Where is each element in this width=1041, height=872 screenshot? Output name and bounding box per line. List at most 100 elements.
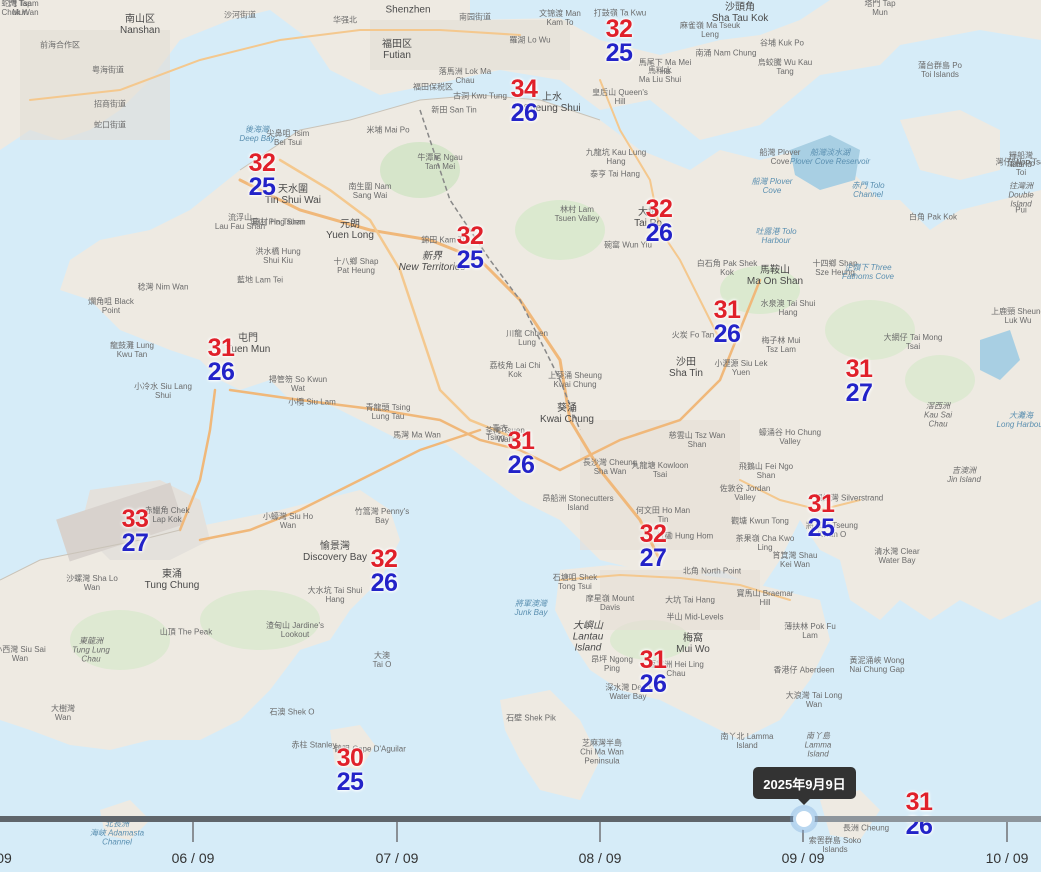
min-temp: 25 [336, 768, 364, 796]
place-label: 米埔 Mai Po [366, 125, 410, 135]
max-temp: 32 [605, 15, 633, 43]
temp-marker-aberdeen[interactable]: 31 26 [639, 648, 667, 698]
place-label: 牛潭尾 Ngau Tam Mei [417, 153, 463, 171]
min-temp: 26 [370, 569, 398, 597]
temp-marker-sai-kung[interactable]: 31 27 [845, 355, 873, 406]
place-label: 石壁 Shek Pik [506, 713, 556, 723]
place-label: 洪水橋 Hung Shui Kiu [255, 247, 301, 265]
place-label: 沙河街道 [224, 10, 256, 20]
place-label: 東龍洲 Tung Lung Chau [72, 636, 110, 664]
place-label: 藍地 Lam Tei [236, 275, 284, 285]
temp-marker-tai-po[interactable]: 32 26 [646, 197, 673, 246]
place-label: 塔門 Tap Mun [864, 0, 896, 17]
place-label: 大樹灣 Wan [51, 704, 75, 722]
place-label: 赤門 Tolo Channel [851, 181, 885, 199]
place-label: 赤鱲角 Chek Lap Kok [144, 506, 190, 524]
place-label: 粤海街道 [92, 65, 124, 75]
place-label: 觀塘 Kwun Tong [731, 516, 789, 526]
place-label: 東涌 Tung Chung [144, 569, 200, 591]
min-temp: 26 [639, 670, 667, 698]
place-label: 九龍塘 Kowloon Tsai [631, 461, 689, 479]
place-label: 糧船灣 Island [1009, 151, 1033, 169]
place-label: 芝麻灣半島 Chi Ma Wan Peninsula [580, 738, 624, 766]
place-label: 佐敦谷 Jordan Valley [719, 484, 771, 502]
max-temp: 33 [121, 505, 149, 533]
place-label: 竹篙灣 Penny's Bay [354, 507, 410, 525]
place-label: 大灘海 Long Harbour [996, 411, 1041, 429]
place-label: 茶果嶺 Cha Kwo Ling [735, 534, 795, 552]
place-label: 尖鼻咀 Tsim Bei Tsui [266, 129, 310, 147]
min-temp: 26 [713, 320, 741, 348]
min-temp: 25 [605, 39, 633, 67]
date-tooltip: 2025年9月9日 [753, 767, 856, 805]
place-label: 寶馬山 Braemar Hill [736, 589, 794, 607]
min-temp: 26 [207, 358, 235, 386]
place-label: Shenzhen [385, 4, 431, 16]
place-label: 九龍坑 Kau Lung Hang [585, 148, 647, 166]
temp-marker-central[interactable]: 32 27 [639, 522, 667, 572]
place-label: 十八鄉 Shap Pat Heung [333, 257, 379, 275]
place-label: 麻雀嶺 Ma Tseuk Leng [679, 21, 741, 39]
place-label: 船灣淡水湖 Plover Cove Reservoir [789, 148, 871, 166]
temp-marker-ta-kwu-ling[interactable]: 32 25 [605, 15, 633, 67]
place-label: 小冷水 Siu Lang Shui [134, 382, 192, 400]
place-label: 南生圍 Nam Sang Wai [348, 182, 392, 200]
max-temp: 31 [845, 355, 873, 383]
place-label: 小蠔灣 Siu Ho Wan [262, 512, 314, 530]
temp-marker-tuen-mun[interactable]: 31 26 [207, 336, 235, 386]
place-label: 石澳 Shek O [269, 707, 315, 717]
place-label: 龍鼓灘 Lung Kwu Tan [109, 341, 155, 359]
place-label: 南丫島 Lamma Island [804, 731, 832, 759]
place-label: 大網仔 Tai Mong Tsai [883, 333, 943, 351]
min-temp: 26 [510, 99, 538, 127]
place-label: 烏蛟騰 Wu Kau Tang [757, 58, 813, 76]
place-label: 荔枝角 Lai Chi Kok [489, 361, 541, 379]
place-label: 华强北 [333, 15, 357, 25]
temp-marker-sha-tin[interactable]: 31 26 [713, 298, 741, 348]
place-label: 大水坑 Tai Shui Hang [307, 586, 363, 604]
place-label: 石塘咀 Shek Tong Tsui [552, 573, 598, 591]
place-label: 飛鵝山 Fei Ngo Shan [738, 462, 794, 480]
place-label: 南山区 Nanshan [119, 14, 161, 36]
place-label: 南丫北 Lamma Island [720, 732, 774, 750]
min-temp: 27 [639, 544, 667, 572]
place-label: 赤柱 Stanley [291, 740, 337, 750]
place-label: 小欖 Siu Lam [288, 397, 336, 407]
place-label: 大坑 Tai Hang [665, 595, 715, 605]
place-label: 沙田 Sha Tin [669, 357, 703, 379]
place-label: 福田保税区 [413, 82, 453, 92]
timeline-tick-label: 08 / 09 [578, 850, 622, 866]
timeline-tick-label: 07 / 09 [375, 850, 419, 866]
min-temp: 25 [248, 173, 276, 201]
place-label: 山頂 The Peak [159, 627, 213, 637]
max-temp: 30 [336, 744, 364, 772]
temp-marker-tin-shui-wai[interactable]: 32 25 [248, 151, 276, 201]
place-label: 葵涌 Kwai Chung [540, 403, 594, 425]
temp-marker-chek-lap-kok[interactable]: 33 27 [121, 505, 149, 556]
place-label: 南园街道 [459, 12, 491, 22]
temp-marker-tsing-yi[interactable]: 31 26 [508, 429, 535, 478]
temp-marker-sheung-shui[interactable]: 34 26 [510, 77, 538, 127]
place-label: 薄扶林 Pok Fu Lam [784, 622, 836, 640]
temp-marker-new-territories[interactable]: 32 25 [457, 224, 484, 273]
place-label: 前海合作区 [40, 40, 80, 50]
place-label: 福田区 Futian [382, 39, 412, 61]
place-label: 吉澳洲 Jin Island [947, 466, 981, 484]
temp-marker-kwun-tong[interactable]: 31 25 [808, 492, 835, 541]
place-label: Pui [1015, 205, 1027, 215]
place-label: 馬鞍山 Ma On Shan [746, 265, 804, 287]
place-label: 羅湖 Lo Wu [509, 35, 551, 45]
timeline-handle[interactable] [793, 808, 815, 830]
place-label: 蛇口街道 [94, 120, 126, 130]
place-label: 馬尾下 Ma Mei Ha [638, 58, 692, 76]
timeline-slider[interactable]: 09 06 / 09 07 / 09 08 / 09 09 / 09 10 / … [0, 808, 1041, 872]
temp-marker-cheung-chau[interactable]: 30 25 [336, 744, 364, 796]
place-label: 香港仔 Aberdeen [773, 665, 835, 675]
timeline-tick-label: 06 / 09 [171, 850, 215, 866]
place-label: 上葵涌 Sheung Kwai Chung [548, 371, 602, 389]
timeline-track-past[interactable] [0, 816, 803, 822]
temp-marker-discovery-bay[interactable]: 32 26 [370, 547, 398, 597]
place-label: 昂坪 Ngong Ping [591, 655, 633, 673]
place-label: 文锦渡 Man Kam To [539, 9, 581, 27]
place-label: 吐露港 Tolo Harbour [755, 227, 797, 245]
